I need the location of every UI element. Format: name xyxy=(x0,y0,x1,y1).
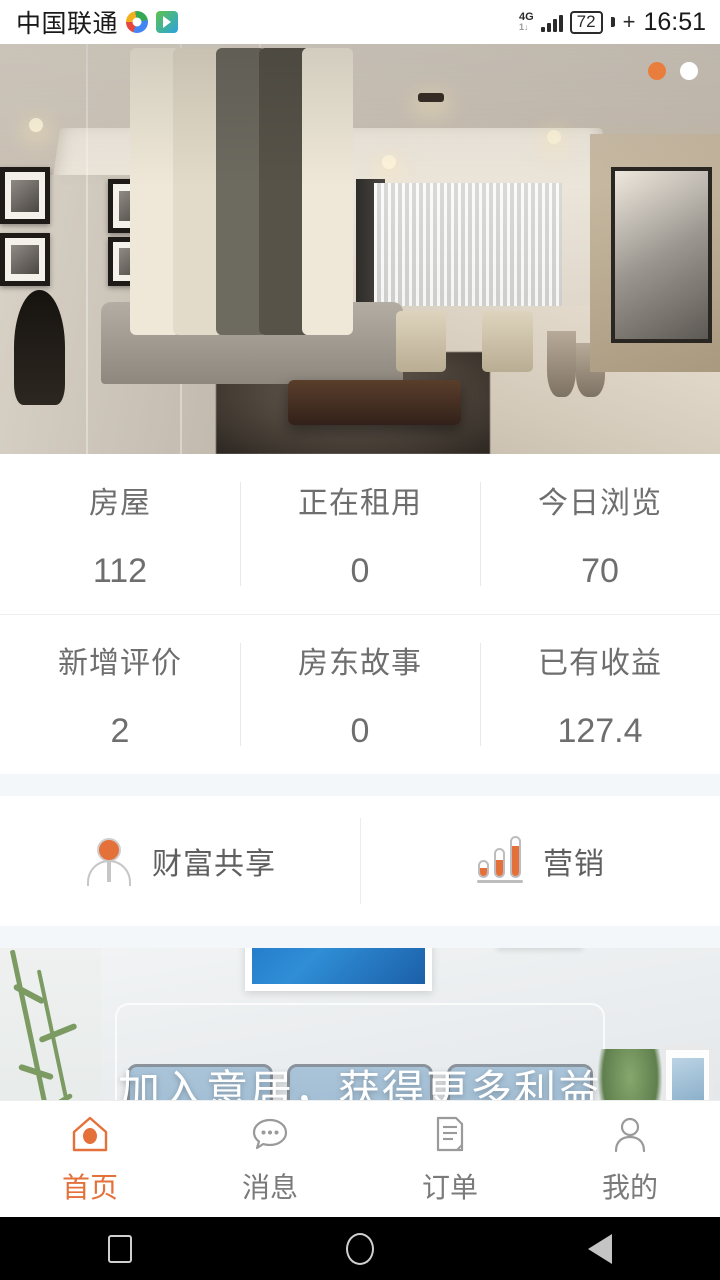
stats-row-1: 房屋 112 正在租用 0 今日浏览 70 xyxy=(0,454,720,614)
status-bar-left: 中国联通 xyxy=(16,4,179,40)
stat-label: 今日浏览 xyxy=(538,486,662,520)
stat-card-renting[interactable]: 正在租用 0 xyxy=(240,454,480,614)
person-icon xyxy=(608,1112,652,1156)
clock-label: 16:51 xyxy=(643,7,706,36)
stats-row-2: 新增评价 2 房东故事 0 已有收益 127.4 xyxy=(0,614,720,774)
bottom-tab-bar: 首页 消息 订单 我的 xyxy=(0,1100,720,1217)
android-nav-bar xyxy=(0,1217,720,1280)
signal-bars-icon xyxy=(540,12,563,32)
tab-messages[interactable]: 消息 xyxy=(180,1101,360,1217)
stat-value: 112 xyxy=(92,551,148,590)
stat-card-houses[interactable]: 房屋 112 xyxy=(0,454,240,614)
section-divider-2 xyxy=(0,926,720,948)
action-marketing[interactable]: 营销 xyxy=(360,796,720,926)
stats-section: 房屋 112 正在租用 0 今日浏览 70 新增评价 2 房东故事 0 已有收益 xyxy=(0,454,720,774)
carousel-dot-inactive[interactable] xyxy=(680,62,698,80)
hero-carousel[interactable] xyxy=(0,44,720,454)
tab-profile[interactable]: 我的 xyxy=(540,1101,720,1217)
living-room-photo xyxy=(0,44,720,454)
stat-value: 0 xyxy=(350,551,370,590)
network-type-label: 4G xyxy=(518,11,534,23)
person-wealth-icon xyxy=(84,836,134,886)
tab-label: 我的 xyxy=(601,1172,658,1203)
section-divider xyxy=(0,774,720,796)
stat-card-earnings[interactable]: 已有收益 127.4 xyxy=(480,615,720,774)
charging-icon: + xyxy=(622,9,636,34)
quick-actions: 财富共享 营销 xyxy=(0,796,720,926)
carousel-dot-active[interactable] xyxy=(648,62,666,80)
battery-level-label: 72 xyxy=(576,12,596,31)
stat-label: 新增评价 xyxy=(58,647,182,680)
chat-icon xyxy=(248,1112,292,1156)
stat-value: 2 xyxy=(110,712,130,750)
battery-cap-icon xyxy=(610,17,615,27)
stat-value: 70 xyxy=(581,551,619,590)
app-screen: 中国联通 4G 1↓ 72 + 16:51 房屋 112 正在租用 0 今日浏览… xyxy=(0,0,720,1280)
tab-home[interactable]: 首页 xyxy=(0,1101,180,1217)
stat-value: 0 xyxy=(350,712,370,750)
stat-label: 已有收益 xyxy=(538,647,662,680)
stat-label: 正在租用 xyxy=(298,486,422,520)
stat-card-views-today[interactable]: 今日浏览 70 xyxy=(480,454,720,614)
recents-square-icon[interactable] xyxy=(98,1227,142,1271)
bar-chart-icon xyxy=(475,836,525,886)
stat-card-landlord-stories[interactable]: 房东故事 0 xyxy=(240,615,480,774)
battery-icon: 72 xyxy=(569,10,603,34)
tab-label: 订单 xyxy=(421,1172,478,1203)
network-sub-label: 1↓ xyxy=(518,22,529,32)
home-icon xyxy=(68,1112,112,1156)
stat-value: 127.4 xyxy=(557,712,643,750)
home-circle-icon[interactable] xyxy=(338,1227,382,1271)
network-type-icon: 4G 1↓ xyxy=(518,11,534,33)
action-wealth-sharing[interactable]: 财富共享 xyxy=(0,796,360,926)
tab-orders[interactable]: 订单 xyxy=(360,1101,540,1217)
status-bar-right: 4G 1↓ 72 + 16:51 xyxy=(519,8,706,37)
status-bar: 中国联通 4G 1↓ 72 + 16:51 xyxy=(0,0,720,44)
stat-label: 房东故事 xyxy=(298,647,422,680)
sogou-icon xyxy=(126,11,149,33)
action-label: 营销 xyxy=(543,848,605,881)
stat-card-new-reviews[interactable]: 新增评价 2 xyxy=(0,615,240,774)
action-label: 财富共享 xyxy=(152,848,276,881)
carousel-dots[interactable] xyxy=(648,62,698,80)
back-triangle-icon[interactable] xyxy=(578,1227,622,1271)
carrier-label: 中国联通 xyxy=(16,10,119,38)
tab-label: 消息 xyxy=(241,1172,298,1203)
document-icon xyxy=(428,1112,472,1156)
tab-label: 首页 xyxy=(61,1172,118,1203)
play-icon xyxy=(156,11,179,33)
stat-label: 房屋 xyxy=(89,486,151,520)
